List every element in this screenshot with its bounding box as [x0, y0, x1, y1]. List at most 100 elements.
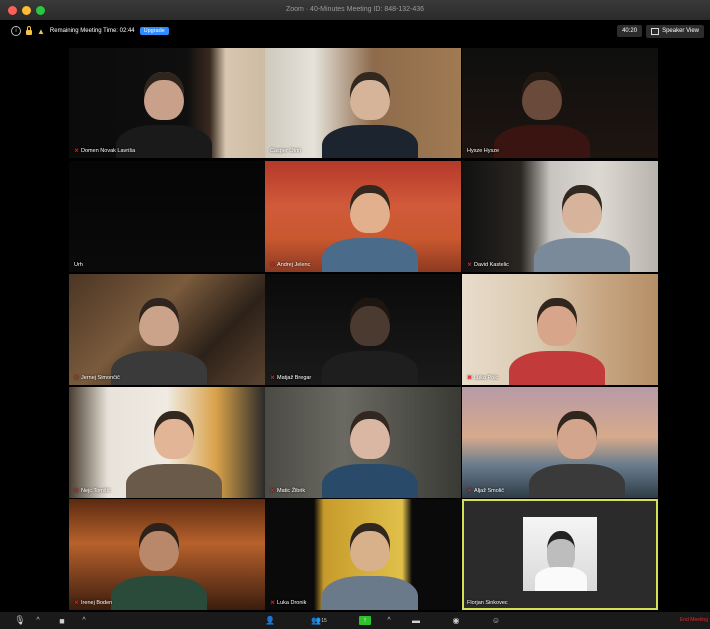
participant-body	[111, 351, 207, 385]
meeting-info-bar: i ▲ Remaining Meeting Time: 02:44 Upgrad…	[0, 20, 710, 42]
share-options-chevron-icon[interactable]: ^	[385, 614, 393, 627]
participant-name-label: ⨯ Jernej Simončič	[74, 374, 120, 382]
participant-body	[494, 125, 590, 158]
participants-button[interactable]: 👥 15	[308, 614, 330, 627]
participant-video-tile[interactable]: ⨯ Nejc Tomšič	[69, 387, 265, 498]
speaker-view-button[interactable]: Speaker View	[646, 24, 704, 38]
participant-name-label: ⨯ Luka Polc	[467, 374, 499, 382]
participant-video-tile[interactable]: Urh	[69, 161, 265, 272]
participant-video-tile[interactable]: ⨯ Irenej Boden	[69, 499, 265, 610]
participant-video-tile[interactable]: Florjan Sinkovec	[462, 499, 658, 610]
video-camera-icon[interactable]: ■	[55, 614, 69, 627]
participant-face	[537, 298, 577, 347]
mic-muted-icon: ⨯	[74, 488, 80, 494]
warning-icon: ▲	[37, 26, 45, 36]
end-meeting-button[interactable]: End Meeting	[680, 617, 708, 623]
participant-body	[322, 576, 418, 610]
participant-name-label: ⨯ Domen Novak Lavriša	[74, 147, 136, 155]
participant-name: Urh	[74, 262, 83, 268]
participant-name: Nejc Tomšič	[81, 487, 111, 494]
info-icon[interactable]: i	[11, 26, 21, 36]
participant-name: Luka Dronik	[277, 599, 307, 606]
participant-face	[350, 185, 390, 234]
participant-face	[139, 298, 179, 347]
participant-video-tile[interactable]: ⨯ Matjaž Bregar	[265, 274, 461, 385]
mic-muted-icon: ⨯	[270, 600, 276, 606]
participant-name-label: Urh	[74, 262, 83, 268]
participant-video-tile[interactable]: ⨯ David Kastelic	[462, 161, 658, 272]
participants-icon: 👥	[311, 616, 322, 625]
participant-face	[522, 72, 562, 121]
participant-name: Jernej Simončič	[81, 374, 120, 381]
share-screen-button[interactable]: ↑	[358, 614, 372, 627]
participant-name: Hysze Hysze	[467, 148, 500, 154]
participant-name: Matjaž Bregar	[277, 374, 312, 381]
participant-face	[562, 185, 602, 234]
participant-body	[322, 238, 418, 272]
remaining-time-label: Remaining Meeting Time: 02:44	[49, 28, 135, 34]
view-grid-icon	[651, 27, 660, 35]
participant-face	[350, 411, 390, 460]
participant-name: Aljaž Smolič	[474, 487, 504, 494]
participant-face	[350, 298, 390, 347]
audio-options-chevron-icon[interactable]: ^	[34, 614, 42, 627]
participant-video-tile[interactable]: ⨯ Matic Žibrik	[265, 387, 461, 498]
mic-muted-icon: ⨯	[270, 262, 276, 268]
participant-face	[350, 72, 390, 121]
upgrade-button[interactable]: Upgrade	[139, 27, 169, 35]
record-icon[interactable]: ◉	[450, 614, 462, 627]
mic-muted-icon: ⨯	[74, 148, 80, 154]
participant-name: Irenej Boden	[81, 599, 113, 606]
lock-icon[interactable]	[26, 26, 32, 35]
participant-face	[154, 411, 194, 460]
mic-muted-icon: ⨯	[74, 600, 80, 606]
participant-name: Andrej Jelenc	[277, 261, 311, 268]
participant-name-label: ⨯ Irenej Boden	[74, 599, 113, 607]
participant-name-label: ⨯ Luka Dronik	[270, 599, 307, 607]
participant-body	[111, 576, 207, 610]
participant-video-tile[interactable]: ⨯ Luka Polc	[462, 274, 658, 385]
participant-name: Domen Novak Lavriša	[81, 147, 136, 154]
participant-name-label: ⨯ Matic Žibrik	[270, 487, 305, 495]
participant-video-tile[interactable]: Casper Otrin	[265, 48, 461, 158]
participants-count: 15	[321, 617, 327, 624]
participant-face	[557, 411, 597, 460]
participant-video-tile[interactable]: ⨯ Andrej Jelenc	[265, 161, 461, 272]
share-screen-icon: ↑	[359, 616, 371, 625]
mic-muted-icon: ⨯	[74, 375, 80, 381]
participant-name-label: ⨯ David Kastelic	[467, 261, 509, 269]
participant-body	[322, 464, 418, 498]
participant-body	[126, 464, 222, 498]
invite-icon[interactable]: 👤	[264, 614, 276, 627]
participant-face	[139, 523, 179, 572]
participant-body	[509, 351, 605, 385]
window-title-bar: Zoom · 40-Minutes Meeting ID: 848-132-43…	[0, 0, 710, 20]
chat-icon[interactable]: ▬	[410, 614, 422, 627]
participant-body	[529, 464, 625, 498]
participant-name: Luka Polc	[474, 374, 499, 381]
participant-video-tile[interactable]: ⨯ Domen Novak Lavriša	[69, 48, 265, 158]
meeting-toolbar: 🎙 ^ ■ ^ 👤 👥 15 ↑ ^ ▬ ◉ ☺ End Meeting	[0, 612, 710, 629]
speaker-view-label: Speaker View	[662, 28, 699, 34]
participant-video-tile[interactable]: ⨯ Luka Dronik	[265, 499, 461, 610]
participant-video-tile[interactable]: Hysze Hysze	[462, 48, 658, 158]
participant-body	[322, 351, 418, 385]
window-title: Zoom · 40-Minutes Meeting ID: 848-132-43…	[285, 6, 425, 13]
mic-muted-icon: ⨯	[467, 262, 473, 268]
mic-muted-icon: ⨯	[270, 375, 276, 381]
participant-name-label: ⨯ Aljaž Smolič	[467, 487, 504, 495]
mic-muted-icon: ⨯	[467, 488, 473, 494]
reactions-icon[interactable]: ☺	[490, 614, 502, 627]
participant-body	[322, 125, 418, 158]
participant-name-label: Hysze Hysze	[467, 148, 499, 154]
participant-name: Casper Otrin	[270, 148, 302, 154]
mic-muted-icon: ⨯	[467, 375, 473, 381]
mic-muted-icon: ⨯	[270, 488, 276, 494]
meeting-timer: 40:20	[617, 25, 643, 37]
participant-video-tile[interactable]: ⨯ Aljaž Smolič	[462, 387, 658, 498]
video-options-chevron-icon[interactable]: ^	[80, 614, 88, 627]
participant-video-tile[interactable]: ⨯ Jernej Simončič	[69, 274, 265, 385]
participant-body	[534, 238, 630, 272]
microphone-icon[interactable]: 🎙	[14, 614, 26, 627]
participant-name-label: ⨯ Andrej Jelenc	[270, 261, 311, 269]
